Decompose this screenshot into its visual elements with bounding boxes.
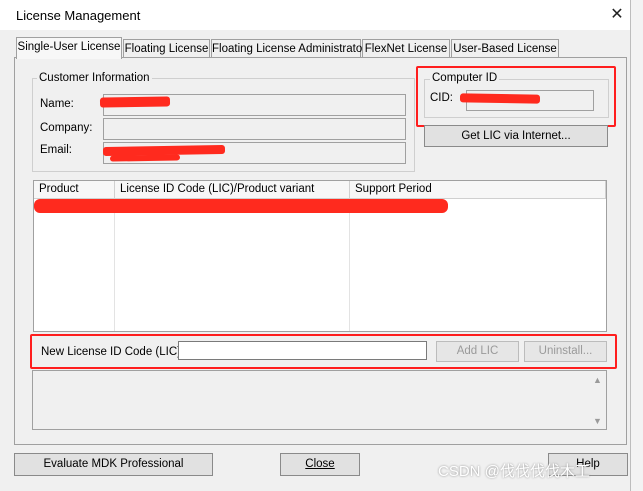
license-management-dialog: License Management ✕ Single-User License… (0, 0, 631, 491)
table-row-redaction (34, 199, 448, 213)
column-header-lic[interactable]: License ID Code (LIC)/Product variant (115, 181, 350, 199)
column-header-support-period[interactable]: Support Period (350, 181, 606, 199)
watermark: CSDN @伐伐伐伐木工 (438, 463, 590, 480)
get-lic-via-internet-button[interactable]: Get LIC via Internet... (424, 125, 608, 147)
column-header-lic-label: License ID Code (LIC)/Product variant (120, 183, 315, 195)
tab-floating-license[interactable]: Floating License (123, 39, 210, 58)
email-label: Email: (40, 144, 72, 156)
close-icon[interactable]: ✕ (606, 3, 628, 27)
background-window-edge (631, 0, 643, 491)
company-label: Company: (40, 122, 93, 134)
tab-flexnet-license[interactable]: FlexNet License (362, 39, 450, 58)
name-label: Name: (40, 98, 74, 110)
tab-floating-license-administrator[interactable]: Floating License Administrator (211, 39, 366, 58)
column-header-product-label: Product (39, 183, 79, 195)
column-divider (349, 199, 350, 331)
company-field (103, 118, 406, 140)
column-divider (114, 199, 115, 331)
email-redaction-2 (109, 154, 181, 162)
license-table: Product License ID Code (LIC)/Product va… (33, 180, 607, 332)
tab-single-user-license[interactable]: Single-User License (16, 37, 122, 59)
scroll-up-icon[interactable]: ▲ (593, 375, 602, 385)
scroll-down-icon[interactable]: ▼ (593, 416, 602, 426)
customer-information-label: Customer Information (37, 72, 152, 84)
computer-id-highlight (416, 66, 616, 127)
dialog-title: License Management (16, 8, 141, 23)
column-header-product[interactable]: Product (34, 181, 115, 199)
new-lic-highlight (30, 334, 617, 369)
name-redaction (99, 96, 171, 108)
close-button[interactable]: Close (280, 453, 360, 476)
tab-user-based-license[interactable]: User-Based License (451, 39, 559, 58)
evaluate-mdk-professional-button[interactable]: Evaluate MDK Professional (14, 453, 213, 476)
column-header-support-period-label: Support Period (355, 183, 432, 195)
title-bar: License Management ✕ (0, 0, 630, 30)
message-area: ▲ ▼ (32, 370, 607, 430)
